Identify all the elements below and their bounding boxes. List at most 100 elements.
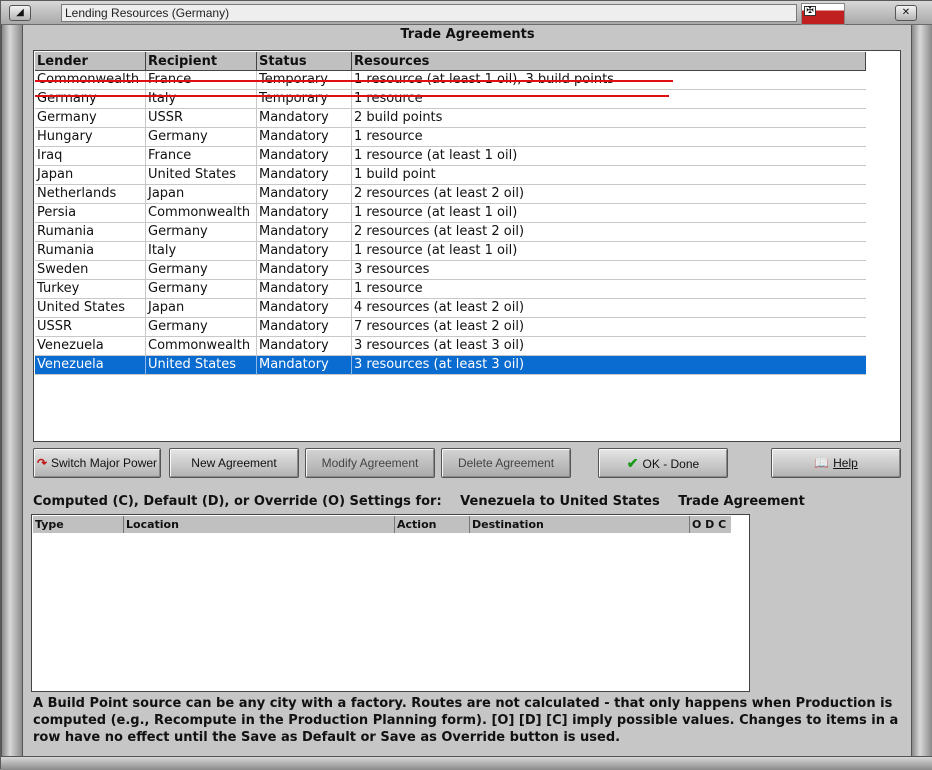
cell-lender: Venezuela (35, 337, 146, 356)
table-row[interactable]: Iraq France Mandatory 1 resource (at least … (35, 147, 866, 166)
lending-resources-window: ◢ Lending Resources (Germany) ✠ ✕ Trade … (0, 0, 932, 770)
cell-resources: 1 resource (354, 281, 423, 296)
table-row[interactable]: Turkey Germany Mandatory 1 resource (35, 280, 866, 299)
cell-status: Mandatory (257, 185, 352, 204)
column-header-type[interactable]: Type (33, 516, 124, 533)
cell-lender: Rumania (35, 223, 146, 242)
cell-recipient: Commonwealth (146, 337, 257, 356)
column-header-action[interactable]: Action (395, 516, 470, 533)
modify-agreement-button[interactable]: Modify Agreement (305, 448, 435, 478)
close-icon: ✕ (901, 7, 911, 18)
column-header-recipient[interactable]: Recipient (146, 52, 257, 71)
settings-route: Venezuela to United States (460, 494, 660, 509)
column-header-resources[interactable]: Resources (352, 52, 866, 71)
table-row[interactable]: Venezuela Commonwealth Mandatory 3 resource… (35, 337, 866, 356)
window-title: Lending Resources (Germany) (61, 4, 797, 22)
checkmark-icon: ✔ (626, 455, 639, 471)
cell-recipient: Commonwealth (146, 204, 257, 223)
frame-left (1, 25, 23, 770)
help-book-icon: 📖 (814, 456, 830, 470)
restore-button[interactable]: ◢ (9, 5, 31, 21)
column-header-location[interactable]: Location (124, 516, 395, 533)
cell-recipient: Germany (146, 318, 257, 337)
table-header: Lender Recipient Status Resources (35, 52, 866, 71)
cell-status: Mandatory (257, 299, 352, 318)
cell-recipient: Germany (146, 280, 257, 299)
cell-status: Mandatory (257, 128, 352, 147)
iron-cross-icon: ✠ (804, 6, 816, 16)
cell-recipient: Japan (146, 185, 257, 204)
cell-status: Mandatory (257, 337, 352, 356)
trade-agreements-table: Lender Recipient Status Resources Common… (33, 50, 901, 442)
cell-lender: Germany (35, 109, 146, 128)
table-row[interactable]: Germany Italy Temporary 1 resource (35, 90, 866, 109)
settings-table: Type Location Action Destination O D C (31, 514, 750, 692)
cell-lender: Venezuela (35, 356, 146, 375)
cell-lender: Netherlands (35, 185, 146, 204)
ok-done-button[interactable]: ✔ OK - Done (598, 448, 728, 478)
settings-table-header: Type Location Action Destination O D C (33, 516, 731, 533)
section-title: Trade Agreements (400, 27, 535, 42)
cell-status: Mandatory (257, 261, 352, 280)
cell-status: Mandatory (257, 109, 352, 128)
cell-resources: 1 resource (at least 1 oil) (354, 243, 518, 258)
cell-resources: 3 resources (at least 3 oil) (354, 357, 525, 372)
cell-resources: 1 resource (at least 1 oil) (354, 205, 518, 220)
title-bar[interactable]: ◢ Lending Resources (Germany) ✠ ✕ (1, 1, 932, 25)
cell-resources: 2 build points (354, 110, 443, 125)
column-header-destination[interactable]: Destination (470, 516, 690, 533)
cell-recipient: Japan (146, 299, 257, 318)
cell-recipient: Italy (146, 90, 257, 109)
table-row[interactable]: Sweden Germany Mandatory 3 resources (35, 261, 866, 280)
settings-label: Computed (C), Default (D), or Override (… (33, 494, 893, 512)
cell-resources: 3 resources (354, 262, 430, 277)
cell-recipient: United States (146, 356, 257, 375)
column-header-lender[interactable]: Lender (35, 52, 146, 71)
table-body: Commonwealth France Temporary 1 resource (a… (35, 71, 866, 375)
cell-status: Mandatory (257, 318, 352, 337)
table-row[interactable]: Venezuela United States Mandatory 3 resourc… (35, 356, 866, 375)
cell-resources: 4 resources (at least 2 oil) (354, 300, 525, 315)
help-footer-text: A Build Point source can be any city wit… (33, 696, 899, 745)
table-row[interactable]: Netherlands Japan Mandatory 2 resources (at… (35, 185, 866, 204)
help-button[interactable]: 📖 Help (771, 448, 901, 478)
cell-recipient: Germany (146, 223, 257, 242)
cell-lender: USSR (35, 318, 146, 337)
cell-recipient: USSR (146, 109, 257, 128)
table-row[interactable]: United States Japan Mandatory 4 resources (… (35, 299, 866, 318)
cell-recipient: United States (146, 166, 257, 185)
cell-resources: 2 resources (at least 2 oil) (354, 224, 525, 239)
new-agreement-button[interactable]: New Agreement (169, 448, 299, 478)
cell-status: Mandatory (257, 242, 352, 261)
column-header-odc[interactable]: O D C (690, 516, 731, 533)
table-row[interactable]: Germany USSR Mandatory 2 build points (35, 109, 866, 128)
table-row[interactable]: USSR Germany Mandatory 7 resources (at leas… (35, 318, 866, 337)
frame-bottom (1, 756, 932, 770)
strikethrough-line (35, 95, 669, 97)
cell-resources: 1 resource (354, 129, 423, 144)
table-row[interactable]: Rumania Germany Mandatory 2 resources (at l… (35, 223, 866, 242)
content-area: Trade Agreements Lender Recipient Status… (24, 25, 911, 756)
table-row[interactable]: Japan United States Mandatory 1 build point (35, 166, 866, 185)
table-row[interactable]: Persia Commonwealth Mandatory 1 resource (a… (35, 204, 866, 223)
close-button[interactable]: ✕ (895, 5, 917, 21)
switch-arrow-icon: ↷ (36, 456, 48, 470)
switch-major-power-button[interactable]: ↷ Switch Major Power (33, 448, 161, 478)
cell-resources: 1 build point (354, 167, 436, 182)
cell-resources: 1 resource (354, 91, 423, 106)
cell-status: Mandatory (257, 166, 352, 185)
frame-right (911, 25, 932, 770)
cell-resources: 1 resource (at least 1 oil) (354, 148, 518, 163)
table-row[interactable]: Rumania Italy Mandatory 1 resource (at leas… (35, 242, 866, 261)
cell-lender: Persia (35, 204, 146, 223)
cell-recipient: France (146, 147, 257, 166)
delete-agreement-button[interactable]: Delete Agreement (441, 448, 571, 478)
cell-lender: Germany (35, 90, 146, 109)
cell-lender: Japan (35, 166, 146, 185)
cell-lender: Hungary (35, 128, 146, 147)
settings-kind: Trade Agreement (678, 494, 805, 509)
restore-icon: ◢ (16, 7, 24, 18)
table-row[interactable]: Hungary Germany Mandatory 1 resource (35, 128, 866, 147)
cell-status: Mandatory (257, 223, 352, 242)
column-header-status[interactable]: Status (257, 52, 352, 71)
